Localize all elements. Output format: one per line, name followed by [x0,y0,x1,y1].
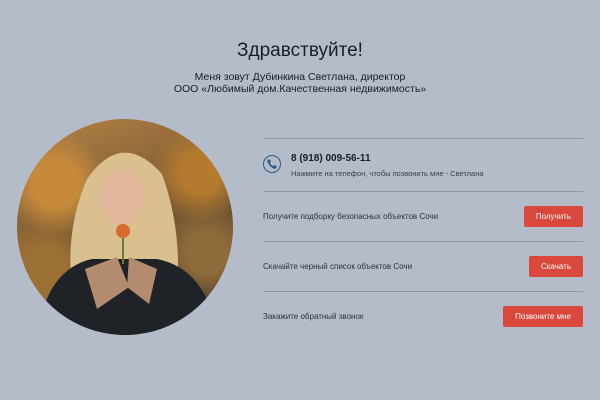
director-photo [17,119,233,335]
action-label-callback: Закажите обратный звонок [263,312,364,321]
phone-icon[interactable] [263,155,281,173]
action-row-callback: Закажите обратный звонок Позвоните мне [263,292,583,341]
phone-hint: Нажмите на телефон, чтобы позвонить мне … [291,169,484,178]
phone-row[interactable]: 8 (918) 009-56-11 Нажмите на телефон, чт… [263,139,583,191]
action-row-selection: Получите подборку безопасных объектов Со… [263,192,583,241]
page-title: Здравствуйте! [237,40,363,61]
intro-text: Меня зовут Дубинкина Светлана, директор … [0,71,600,95]
intro-line-company: ООО «Любимый дом.Качественная недвижимос… [173,83,427,95]
action-label-blacklist: Скачайте черный список объектов Сочи [263,262,413,271]
intro-line-name: Меня зовут Дубинкина Светлана, директор [194,71,406,83]
phone-number[interactable]: 8 (918) 009-56-11 [291,153,371,164]
action-label-selection: Получите подборку безопасных объектов Со… [263,212,439,221]
portrait-illustration [37,152,217,335]
action-row-blacklist: Скачайте черный список объектов Сочи Ска… [263,242,583,291]
get-selection-button[interactable]: Получить [523,206,583,227]
download-blacklist-button[interactable]: Скачать [529,256,583,277]
contact-panel: 8 (918) 009-56-11 Нажмите на телефон, чт… [263,138,583,341]
callback-button[interactable]: Позвоните мне [503,306,583,327]
